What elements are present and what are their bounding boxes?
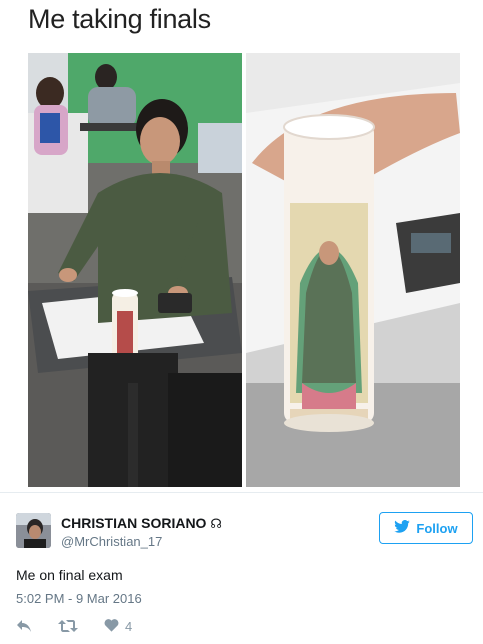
meme-caption: Me taking finals bbox=[28, 4, 211, 34]
tweet-actions: 4 bbox=[16, 617, 132, 635]
meme-image: Me taking finals bbox=[0, 0, 483, 492]
avatar[interactable] bbox=[16, 513, 51, 548]
twitter-bird-icon bbox=[394, 520, 411, 536]
tweet-timestamp[interactable]: 5:02 PM - 9 Mar 2016 bbox=[16, 591, 142, 606]
heart-icon bbox=[104, 618, 119, 635]
retweet-icon[interactable] bbox=[58, 619, 78, 633]
reply-icon[interactable] bbox=[16, 619, 32, 633]
author-badge: ☊ bbox=[210, 517, 222, 532]
tweet-card: CHRISTIAN SORIANO ☊ @MrChristian_17 Foll… bbox=[0, 492, 483, 644]
follow-label: Follow bbox=[416, 520, 458, 536]
like-button[interactable]: 4 bbox=[104, 618, 132, 635]
tweet-text: Me on final exam bbox=[16, 567, 123, 583]
follow-button[interactable]: Follow bbox=[379, 512, 473, 544]
author-name-text[interactable]: CHRISTIAN SORIANO bbox=[61, 515, 206, 531]
classroom-photo bbox=[28, 53, 242, 487]
candle-closeup-photo bbox=[246, 53, 460, 487]
like-count: 4 bbox=[125, 618, 133, 634]
photo-collage bbox=[28, 53, 460, 487]
author-handle[interactable]: @MrChristian_17 bbox=[61, 534, 162, 549]
author-name[interactable]: CHRISTIAN SORIANO ☊ bbox=[61, 515, 222, 532]
